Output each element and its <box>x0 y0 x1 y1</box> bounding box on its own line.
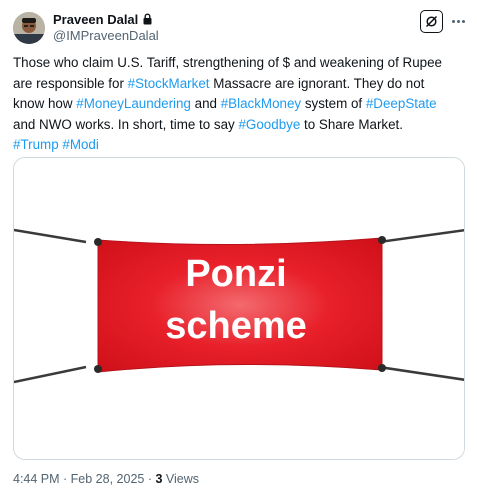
tweet-meta: 4:44 PM · Feb 28, 2025 · 3 Views <box>13 472 199 486</box>
hashtag-trump[interactable]: #Trump <box>13 137 59 152</box>
hashtag-moneylaundering[interactable]: #MoneyLaundering <box>76 96 191 111</box>
grok-icon <box>425 15 438 28</box>
hashtag-deepstate[interactable]: #DeepState <box>366 96 437 111</box>
tweet-line-4: and NWO works. In short, time to say #Go… <box>13 116 403 132</box>
more-dots-icon <box>451 19 455 23</box>
tweet-time[interactable]: 4:44 PM <box>13 472 60 486</box>
ponzi-scheme-banner-image: Ponzi scheme <box>14 158 464 459</box>
avatar[interactable] <box>13 12 45 44</box>
hashtag-blackmoney[interactable]: #BlackMoney <box>221 96 301 111</box>
tweet-line-3: know how #MoneyLaundering and #BlackMone… <box>13 96 437 111</box>
author-handle[interactable]: @IMPraveenDalal <box>53 28 159 43</box>
hashtag-goodbye[interactable]: #Goodbye <box>238 117 300 132</box>
display-name[interactable]: Praveen Dalal <box>53 12 138 27</box>
hashtag-stockmarket[interactable]: #StockMarket <box>128 76 210 91</box>
tweet-line-2: are responsible for #StockMarket Massacr… <box>13 75 425 91</box>
tweet-image[interactable]: Ponzi scheme <box>13 157 465 460</box>
banner-text-line-1: Ponzi <box>185 253 286 295</box>
tweet-line-5: #Trump #Modi <box>13 135 468 156</box>
profile-photo <box>13 12 45 44</box>
tweet-line-1: Those who claim U.S. Tariff, strengtheni… <box>13 55 443 70</box>
tweet-text: Those who claim U.S. Tariff, strengtheni… <box>13 53 468 156</box>
lock-icon <box>143 13 152 25</box>
views-label: Views <box>162 472 199 486</box>
more-button[interactable] <box>449 12 467 30</box>
banner-text-line-2: scheme <box>165 305 307 347</box>
grok-button[interactable] <box>420 10 443 33</box>
tweet-date[interactable]: Feb 28, 2025 <box>71 472 145 486</box>
author-name-row: Praveen Dalal <box>53 11 153 27</box>
hashtag-modi[interactable]: #Modi <box>62 137 98 152</box>
